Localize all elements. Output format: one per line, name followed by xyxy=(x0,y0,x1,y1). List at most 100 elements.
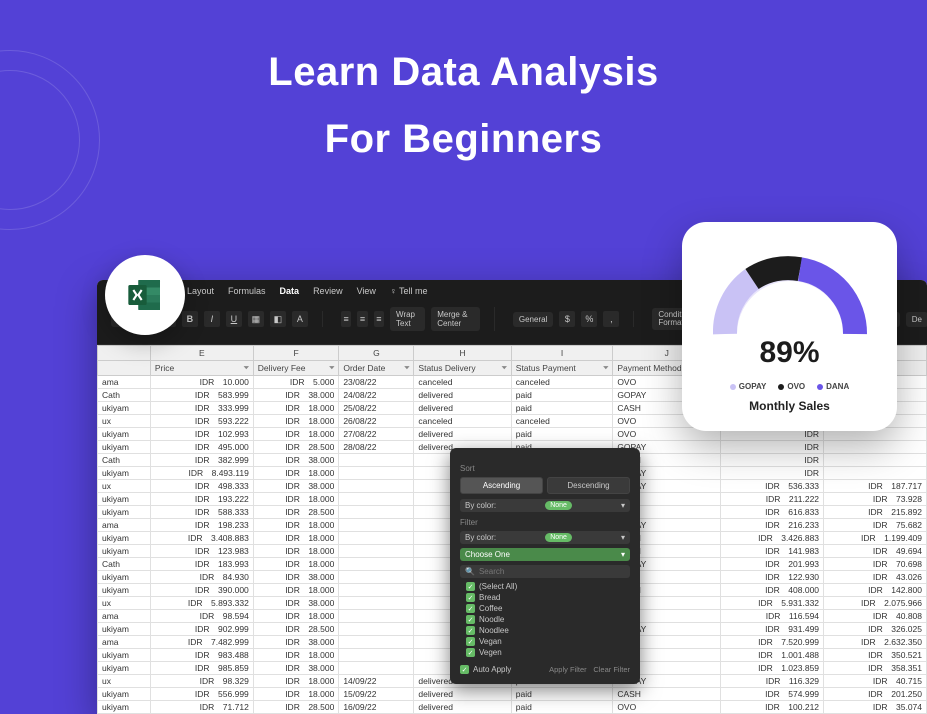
cell[interactable]: ukiyam xyxy=(98,701,151,714)
cell[interactable]: ukiyam xyxy=(98,428,151,441)
cell[interactable]: ukiyam xyxy=(98,688,151,701)
cell[interactable]: ukiyam xyxy=(98,571,151,584)
cell[interactable]: IDR 216.233 xyxy=(721,519,824,532)
fill-color-icon[interactable]: ◧ xyxy=(270,311,286,327)
cell[interactable]: IDR 390.000 xyxy=(150,584,253,597)
cell[interactable]: OVO xyxy=(613,701,721,714)
currency-icon[interactable]: $ xyxy=(559,311,575,327)
cell[interactable] xyxy=(339,519,414,532)
table-row[interactable]: ukiyamIDR 556.999IDR 18.00015/09/22deliv… xyxy=(98,688,927,701)
cell[interactable]: canceled xyxy=(414,376,511,389)
cell[interactable]: IDR xyxy=(721,467,824,480)
cell[interactable] xyxy=(339,454,414,467)
cell[interactable]: IDR 38.000 xyxy=(253,636,339,649)
filter-dropdown-icon[interactable] xyxy=(402,363,411,372)
merge-center-button[interactable]: Merge & Center xyxy=(431,307,480,331)
cell[interactable]: IDR 18.000 xyxy=(253,610,339,623)
cell[interactable]: IDR 73.928 xyxy=(824,493,927,506)
cell[interactable]: IDR 408.000 xyxy=(721,584,824,597)
cell[interactable]: delivered xyxy=(414,389,511,402)
cell[interactable]: ux xyxy=(98,597,151,610)
cell[interactable] xyxy=(339,558,414,571)
column-header[interactable]: Status Delivery xyxy=(414,361,511,376)
apply-filter-button[interactable]: Apply Filter xyxy=(549,665,587,674)
align-mid-icon[interactable]: ≡ xyxy=(357,311,367,327)
checkbox-icon[interactable]: ✓ xyxy=(466,604,475,613)
filter-dropdown-icon[interactable] xyxy=(327,363,336,372)
cell[interactable] xyxy=(339,545,414,558)
column-letter[interactable]: G xyxy=(339,346,414,361)
underline-icon[interactable]: U xyxy=(226,311,242,327)
cell[interactable]: IDR 5.000 xyxy=(253,376,339,389)
cell[interactable]: IDR 18.000 xyxy=(253,415,339,428)
cell[interactable] xyxy=(339,532,414,545)
cell[interactable]: IDR 18.000 xyxy=(253,532,339,545)
cell[interactable]: IDR 98.594 xyxy=(150,610,253,623)
cell[interactable]: IDR 8.493.119 xyxy=(150,467,253,480)
cell[interactable]: IDR 198.233 xyxy=(150,519,253,532)
cell[interactable]: ama xyxy=(98,636,151,649)
cell[interactable]: ukiyam xyxy=(98,532,151,545)
cell[interactable]: IDR 2.075.966 xyxy=(824,597,927,610)
ribbon-tab-formulas[interactable]: Formulas xyxy=(228,286,266,296)
cell[interactable]: IDR 18.000 xyxy=(253,675,339,688)
cell[interactable]: IDR 10.000 xyxy=(150,376,253,389)
cell[interactable]: IDR 215.892 xyxy=(824,506,927,519)
cell[interactable]: IDR 18.000 xyxy=(253,428,339,441)
column-header[interactable]: Order Date xyxy=(339,361,414,376)
chevron-down-icon[interactable]: ▾ xyxy=(621,501,625,510)
cell[interactable]: IDR 71.712 xyxy=(150,701,253,714)
cell[interactable]: IDR 1.001.488 xyxy=(721,649,824,662)
column-letter[interactable]: E xyxy=(150,346,253,361)
cell[interactable] xyxy=(339,610,414,623)
cell[interactable]: ukiyam xyxy=(98,649,151,662)
filter-dropdown-icon[interactable] xyxy=(601,363,610,372)
checkbox-icon[interactable]: ✓ xyxy=(466,615,475,624)
cell[interactable]: IDR 588.333 xyxy=(150,506,253,519)
cell[interactable] xyxy=(824,454,927,467)
cell[interactable]: IDR 116.594 xyxy=(721,610,824,623)
cell[interactable] xyxy=(339,649,414,662)
bold-icon[interactable]: B xyxy=(182,311,198,327)
cell[interactable]: IDR 498.333 xyxy=(150,480,253,493)
cell[interactable]: Cath xyxy=(98,454,151,467)
cell[interactable]: 24/08/22 xyxy=(339,389,414,402)
cell[interactable]: IDR 1.199.409 xyxy=(824,532,927,545)
cell[interactable]: IDR 931.499 xyxy=(721,623,824,636)
cell[interactable]: IDR 84.930 xyxy=(150,571,253,584)
cell[interactable]: IDR 102.993 xyxy=(150,428,253,441)
cell[interactable]: IDR 18.000 xyxy=(253,402,339,415)
border-icon[interactable]: ▦ xyxy=(248,311,264,327)
cell[interactable] xyxy=(824,467,927,480)
cell[interactable]: ukiyam xyxy=(98,402,151,415)
cell[interactable]: IDR 536.333 xyxy=(721,480,824,493)
sort-descending-button[interactable]: Descending xyxy=(547,477,630,494)
table-row[interactable]: ukiyamIDR 71.712IDR 28.50016/09/22delive… xyxy=(98,701,927,714)
checkbox-icon[interactable]: ✓ xyxy=(466,582,475,591)
cell[interactable]: IDR 38.000 xyxy=(253,389,339,402)
cell[interactable]: IDR 333.999 xyxy=(150,402,253,415)
ribbon-tab-data[interactable]: Data xyxy=(280,286,300,296)
ribbon-tab-review[interactable]: Review xyxy=(313,286,343,296)
cell[interactable] xyxy=(339,493,414,506)
cell[interactable]: IDR 38.000 xyxy=(253,597,339,610)
ribbon-tab-layout[interactable]: Layout xyxy=(187,286,214,296)
cell[interactable]: IDR 18.000 xyxy=(253,584,339,597)
cell[interactable]: IDR 43.026 xyxy=(824,571,927,584)
cell[interactable]: paid xyxy=(511,688,613,701)
cell[interactable]: IDR 201.250 xyxy=(824,688,927,701)
cell[interactable]: 23/08/22 xyxy=(339,376,414,389)
cell[interactable]: IDR 7.482.999 xyxy=(150,636,253,649)
column-header[interactable] xyxy=(98,361,151,376)
cell[interactable]: IDR 583.999 xyxy=(150,389,253,402)
cell[interactable]: IDR 350.521 xyxy=(824,649,927,662)
cell[interactable]: IDR 28.500 xyxy=(253,441,339,454)
cell[interactable]: 25/08/22 xyxy=(339,402,414,415)
filter-dropdown-icon[interactable] xyxy=(242,363,251,372)
cell[interactable]: IDR 5.893.332 xyxy=(150,597,253,610)
cell[interactable]: ukiyam xyxy=(98,623,151,636)
cell[interactable]: IDR 1.023.859 xyxy=(721,662,824,675)
column-letter[interactable]: H xyxy=(414,346,511,361)
ribbon-tab-view[interactable]: View xyxy=(357,286,376,296)
filter-dropdown-icon[interactable] xyxy=(500,363,509,372)
